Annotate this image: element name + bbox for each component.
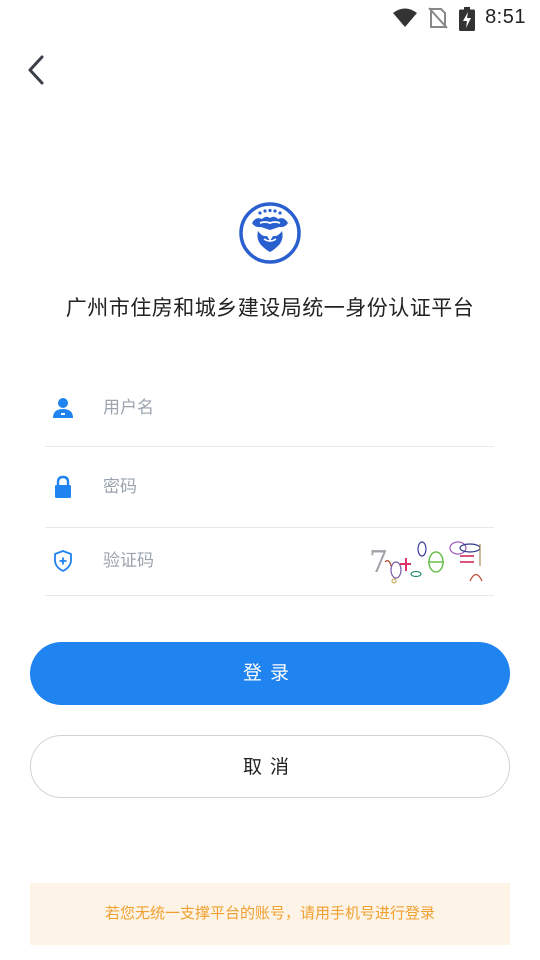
wifi-icon	[393, 8, 417, 27]
status-time: 8:51	[485, 6, 526, 28]
password-field-row	[45, 447, 494, 528]
chevron-left-icon	[28, 55, 44, 85]
login-button[interactable]: 登录	[30, 642, 510, 705]
lock-icon	[55, 475, 71, 498]
shield-plus-icon	[54, 550, 72, 572]
battery-charging-icon	[459, 7, 475, 31]
username-input[interactable]	[103, 396, 483, 420]
phone-login-notice[interactable]: 若您无统一支撑平台的账号，请用手机号进行登录	[30, 883, 510, 945]
user-icon	[53, 398, 73, 418]
cancel-button[interactable]: 取消	[30, 735, 510, 798]
bureau-emblem-icon	[239, 202, 301, 264]
password-input[interactable]	[103, 475, 483, 499]
no-sim-icon	[428, 7, 448, 29]
page-title: 广州市住房和城乡建设局统一身份认证平台	[65, 296, 475, 320]
captcha-image[interactable]: 7	[366, 536, 488, 584]
captcha-char: 7	[369, 545, 388, 580]
back-button[interactable]	[22, 50, 58, 90]
status-bar: 8:51	[0, 0, 540, 36]
notice-text: 若您无统一支撑平台的账号，请用手机号进行登录	[104, 904, 435, 922]
username-field-row	[45, 370, 494, 447]
captcha-input[interactable]	[103, 549, 353, 573]
captcha-field-row: 7	[45, 528, 494, 596]
